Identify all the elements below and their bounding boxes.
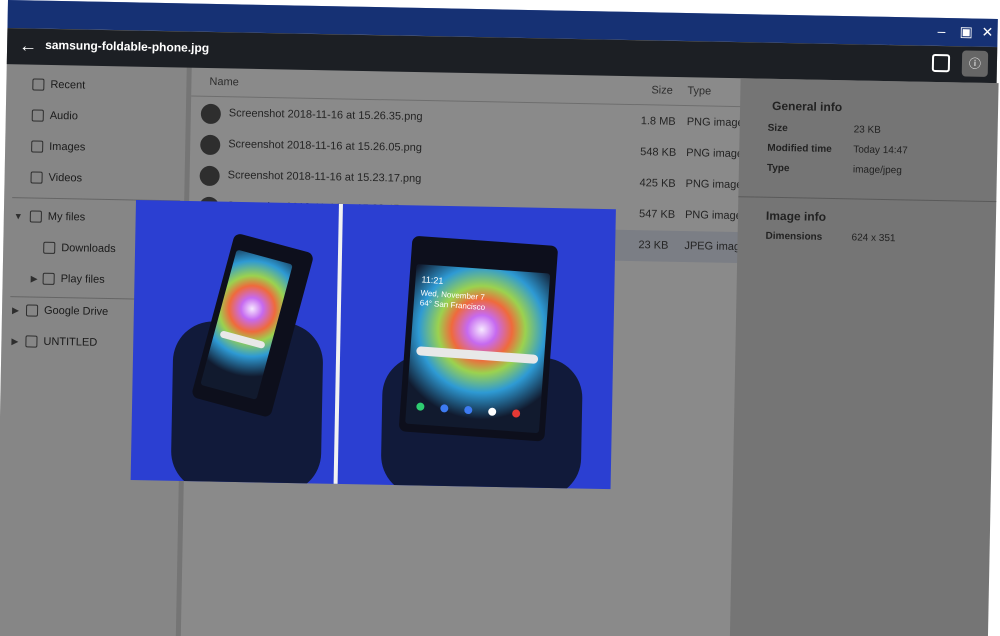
chevron-right-icon[interactable]: ▶ [30, 264, 38, 292]
sort-icon[interactable] [822, 51, 842, 71]
image-divider [333, 203, 343, 484]
clock-icon [32, 78, 45, 91]
drive-icon [25, 304, 39, 317]
screen: – ▣ ✕ Recent Audio Images Videos ▼ My fi… [0, 0, 1000, 636]
file-size: 23 KB [638, 239, 669, 252]
file-size: 1.8 MB [640, 115, 676, 128]
audio-icon [31, 109, 44, 122]
image-icon [31, 140, 44, 153]
file-size: 547 KB [638, 208, 676, 221]
file-name: Screenshot 2018-11-16 at 15.26.05.png [228, 138, 423, 154]
file-type: JPEG image [684, 240, 747, 254]
file-size: 548 KB [640, 146, 677, 159]
sidebar-item-play-files[interactable]: Play files [42, 265, 105, 293]
column-size[interactable]: Size [651, 76, 673, 104]
file-type: PNG image [684, 209, 742, 223]
sidebar-item-videos[interactable]: Videos [30, 163, 82, 191]
file-thumbnail [200, 103, 222, 125]
sidebar-item-images[interactable]: Images [31, 132, 85, 160]
chevron-right-icon[interactable]: ▶ [12, 296, 19, 324]
phone-clock: 11:21 [421, 274, 444, 286]
file-type: PNG image [686, 116, 744, 130]
file-size: 425 KB [639, 177, 676, 190]
file-type: PNG image [686, 147, 744, 161]
video-icon [30, 171, 43, 184]
download-icon [43, 241, 56, 254]
sidebar-item-google-drive[interactable]: Google Drive [25, 296, 108, 324]
chevron-down-icon[interactable]: ▼ [14, 202, 23, 230]
chevron-right-icon[interactable]: ▶ [11, 327, 18, 355]
delete-icon[interactable] [762, 50, 782, 69]
phone-screen [200, 249, 293, 400]
file-name: Screenshot 2018-11-16 at 15.26.35.png [228, 107, 423, 123]
file-thumbnail [200, 134, 221, 156]
grid-view-icon[interactable] [792, 51, 812, 70]
computer-icon [29, 210, 42, 223]
file-name: Screenshot 2018-11-16 at 15.23.17.png [227, 169, 422, 185]
column-name[interactable]: Name [209, 68, 239, 97]
column-type[interactable]: Type [687, 77, 711, 105]
close-icon[interactable]: ✕ [981, 24, 993, 40]
file-type: PNG image [685, 178, 743, 192]
share-icon[interactable] [732, 49, 752, 69]
usb-icon [25, 335, 38, 348]
sidebar-item-my-files[interactable]: My files [29, 202, 85, 230]
sidebar-item-audio[interactable]: Audio [31, 101, 78, 129]
maximize-icon[interactable]: ▣ [959, 23, 973, 39]
sidebar-item-untitled[interactable]: UNTITLED [25, 327, 97, 355]
phone-unfolded: 11:21 Wed, November 7 64° San Francisco [398, 235, 559, 442]
minimize-icon[interactable]: – [937, 23, 945, 39]
sidebar-item-recent[interactable]: Recent [32, 70, 85, 98]
play-icon [42, 272, 55, 285]
file-thumbnail [199, 165, 220, 187]
image-preview: 11:21 Wed, November 7 64° San Francisco [130, 200, 616, 490]
sidebar-item-downloads[interactable]: Downloads [43, 234, 116, 262]
